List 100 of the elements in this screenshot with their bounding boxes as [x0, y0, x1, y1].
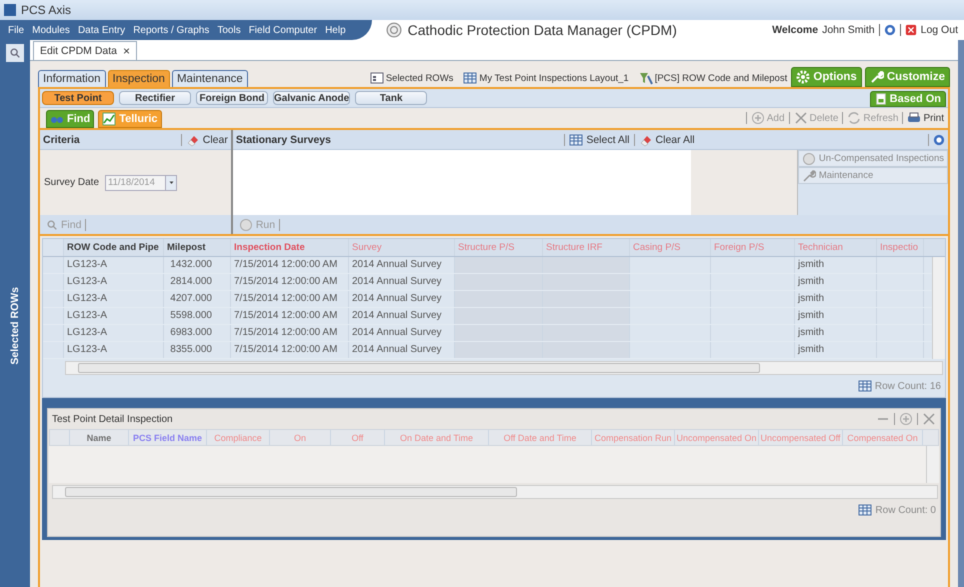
- column-header[interactable]: Foreign P/S: [711, 239, 795, 256]
- splitter-bar[interactable]: [42, 398, 946, 405]
- menu-item[interactable]: File: [4, 24, 28, 36]
- menu-item[interactable]: Field Computer: [244, 24, 322, 36]
- menu-item[interactable]: Modules: [28, 24, 74, 36]
- based-on-button[interactable]: Based On: [870, 91, 946, 107]
- gear-icon: [796, 70, 810, 84]
- surveys-list[interactable]: [232, 150, 691, 215]
- table-cell: jsmith: [795, 274, 877, 290]
- column-header[interactable]: Inspection Date: [231, 239, 349, 256]
- table-cell: LG123-A: [64, 274, 164, 290]
- column-header[interactable]: Off: [331, 430, 385, 445]
- table-cell: jsmith: [795, 325, 877, 341]
- asset-tab[interactable]: Galvanic Anode: [273, 91, 350, 105]
- close-icon: [904, 24, 917, 36]
- module-tab[interactable]: Information: [38, 70, 106, 87]
- grid-icon: [463, 71, 478, 85]
- plus-icon: [899, 412, 913, 426]
- table-cell: 4207.000: [164, 291, 231, 307]
- window-title: PCS Axis: [21, 3, 72, 17]
- help-icon: [932, 134, 945, 146]
- customize-button[interactable]: Customize: [864, 67, 950, 87]
- module-tab[interactable]: Maintenance: [172, 70, 248, 87]
- refresh-icon: [847, 111, 862, 125]
- select-all-button[interactable]: Select All: [569, 132, 630, 146]
- document-tab[interactable]: Edit CPDM Data ×: [33, 41, 138, 60]
- context-link[interactable]: Selected ROWs: [386, 72, 454, 84]
- column-header[interactable]: On Date and Time: [385, 430, 489, 445]
- menu-item[interactable]: Help: [321, 24, 350, 36]
- menu-item[interactable]: Data Entry: [74, 24, 130, 36]
- options-button[interactable]: Options: [791, 67, 862, 87]
- date-field[interactable]: 11/18/2014: [105, 174, 178, 190]
- surveys-title: Stationary Surveys: [236, 134, 331, 146]
- plus-icon: [750, 111, 765, 125]
- chart-icon: [102, 112, 116, 126]
- x-icon: [922, 412, 936, 426]
- sidebar-label[interactable]: Selected ROWs: [9, 287, 21, 365]
- column-header[interactable]: Compensated On: [843, 430, 923, 445]
- close-tab-button[interactable]: ×: [123, 44, 130, 58]
- table-cell: 8355.000: [164, 342, 231, 358]
- dropdown-icon: [168, 179, 175, 186]
- help-icon: [884, 24, 896, 36]
- column-header[interactable]: ROW Code and Pipe: [64, 239, 164, 256]
- column-header[interactable]: Off Date and Time: [489, 430, 592, 445]
- column-header[interactable]: Name: [70, 430, 129, 445]
- wrench-icon: [870, 70, 884, 84]
- app-title: Cathodic Protection Data Manager (CPDM): [408, 22, 677, 38]
- column-header[interactable]: PCS Field Name: [129, 430, 207, 445]
- clear-button[interactable]: Clear: [186, 132, 228, 146]
- column-header[interactable]: Casing P/S: [630, 239, 711, 256]
- mode-tab[interactable]: Find: [46, 110, 94, 128]
- table-cell: LG123-A: [64, 257, 164, 273]
- grid-icon: [858, 379, 872, 393]
- column-header[interactable]: Compliance: [207, 430, 270, 445]
- column-header[interactable]: Structure P/S: [455, 239, 543, 256]
- column-header[interactable]: Uncompensated On: [675, 430, 759, 445]
- run-button[interactable]: Run: [238, 218, 276, 232]
- field-label: Survey Date: [44, 177, 100, 188]
- print-button[interactable]: Print: [907, 111, 944, 125]
- horizontal-scrollbar[interactable]: [52, 485, 938, 499]
- clear-all-button[interactable]: Clear All: [638, 132, 695, 146]
- table-cell: LG123-A: [64, 308, 164, 324]
- column-header[interactable]: Survey: [349, 239, 455, 256]
- column-header[interactable]: On: [270, 430, 331, 445]
- asset-tab[interactable]: Rectifier: [119, 91, 191, 105]
- row-count: Row Count: 16: [874, 380, 941, 392]
- column-header[interactable]: Inspectio: [877, 239, 924, 256]
- table-cell: 7/15/2014 12:00:00 AM: [231, 308, 349, 324]
- grid-icon: [569, 132, 584, 146]
- module-tab[interactable]: Inspection: [108, 70, 170, 87]
- table-icon: [370, 71, 384, 85]
- table-cell: jsmith: [795, 291, 877, 307]
- asset-tab[interactable]: Tank: [355, 91, 428, 105]
- search-button[interactable]: [6, 44, 24, 62]
- logout-link[interactable]: Log Out: [920, 24, 958, 36]
- table-cell: jsmith: [795, 342, 877, 358]
- asset-tab[interactable]: Test Point: [42, 91, 114, 105]
- find-button[interactable]: Find: [46, 218, 82, 230]
- horizontal-scrollbar[interactable]: [65, 361, 943, 375]
- filter-icon: [638, 71, 653, 85]
- column-header[interactable]: Structure IRF: [543, 239, 630, 256]
- table-cell: 7/15/2014 12:00:00 AM: [231, 291, 349, 307]
- context-link[interactable]: My Test Point Inspections Layout_1: [479, 72, 629, 84]
- document-icon: [874, 93, 887, 105]
- menu-item[interactable]: Tools: [213, 24, 245, 36]
- grid-icon: [858, 503, 872, 517]
- table-cell: jsmith: [795, 257, 877, 273]
- mode-tab[interactable]: Telluric: [98, 110, 162, 128]
- vertical-scrollbar[interactable]: [932, 257, 945, 359]
- circle-icon: [238, 218, 253, 232]
- table-cell: LG123-A: [64, 325, 164, 341]
- menu-item[interactable]: Reports / Graphs: [129, 24, 214, 36]
- column-header[interactable]: Compensation Run: [592, 430, 675, 445]
- column-header[interactable]: Technician: [795, 239, 877, 256]
- asset-tab[interactable]: Foreign Bond: [196, 91, 268, 105]
- table-cell: LG123-A: [64, 342, 164, 358]
- column-header[interactable]: Uncompensated Off: [759, 430, 843, 445]
- table-cell: 5598.000: [164, 308, 231, 324]
- column-header[interactable]: Milepost: [164, 239, 231, 256]
- context-link[interactable]: [PCS] ROW Code and Milepost: [654, 72, 788, 84]
